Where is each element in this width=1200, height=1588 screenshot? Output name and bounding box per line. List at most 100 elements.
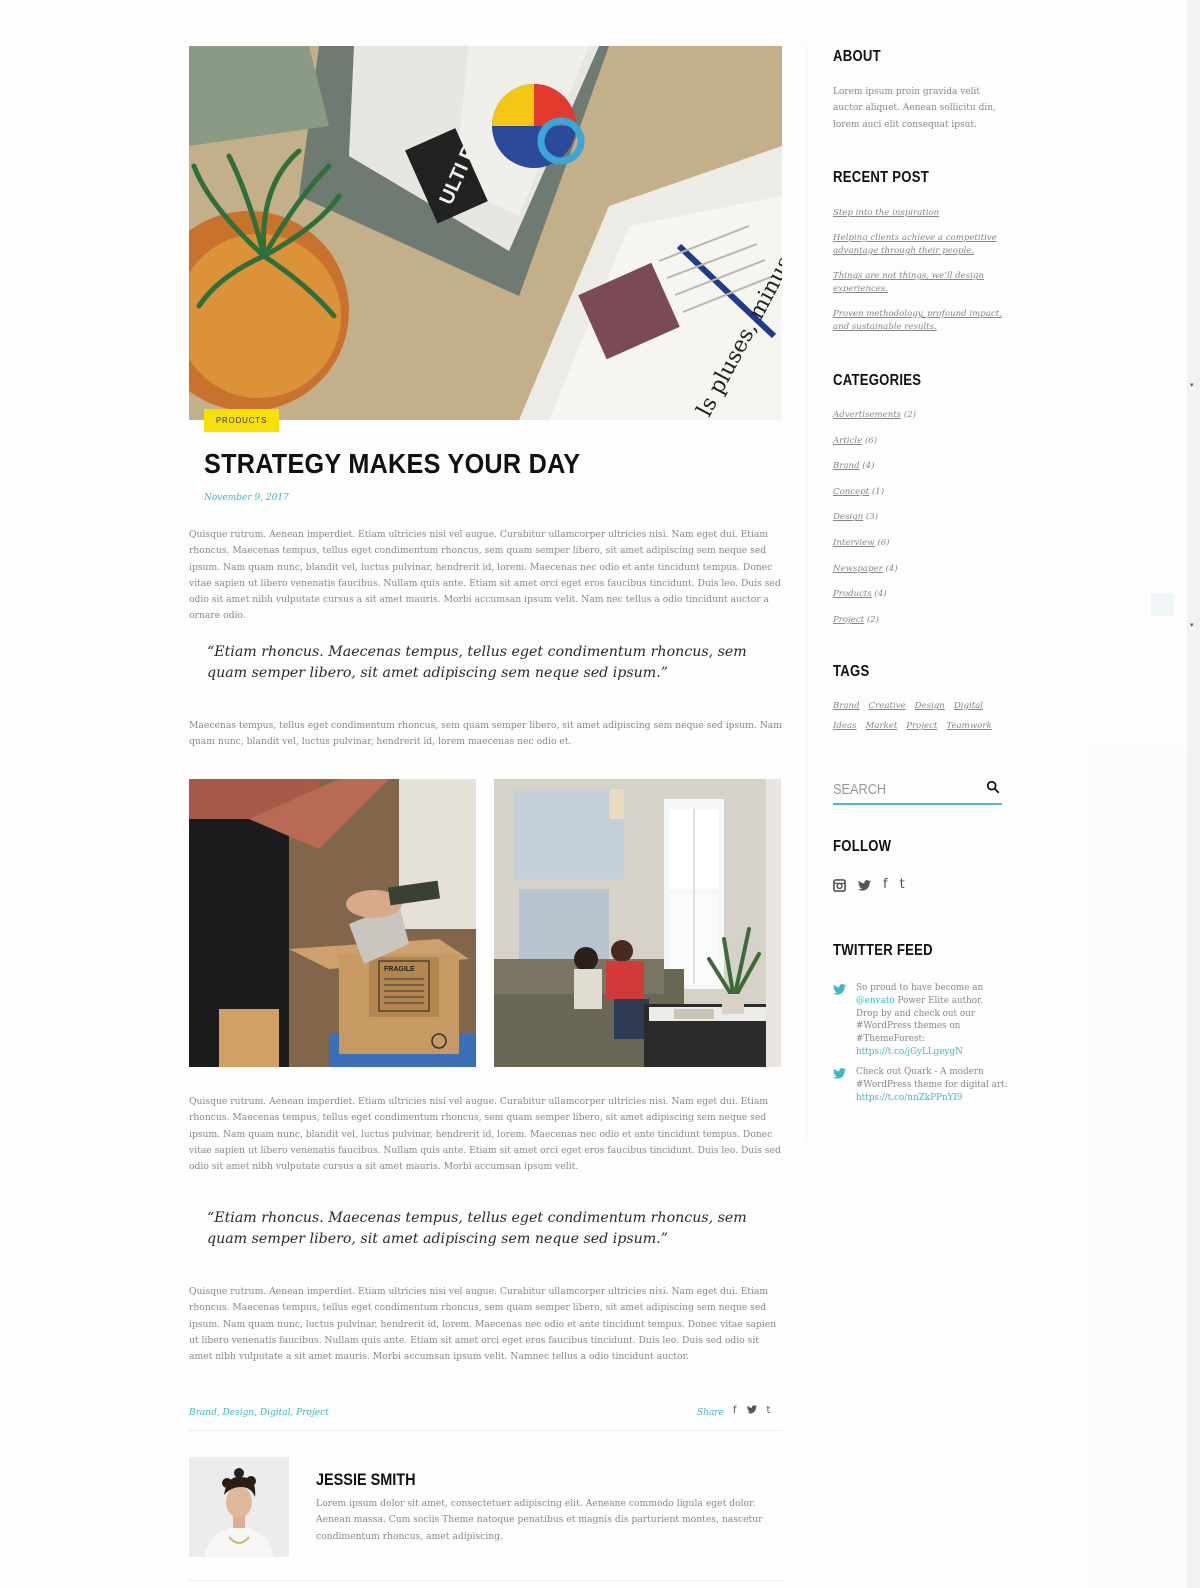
category-name[interactable]: Advertisements [833, 410, 901, 420]
tag-link[interactable]: Project [906, 719, 937, 733]
sidebar-divider [806, 45, 807, 1140]
category-item[interactable]: Advertisements (2) [833, 409, 1008, 422]
tumblr-icon[interactable]: t [767, 1405, 771, 1417]
post-tags[interactable]: Brand, Design, Digital, Project [189, 1408, 329, 1418]
tag-link[interactable]: Creative [869, 699, 906, 713]
twitter-bird-icon [833, 1068, 846, 1079]
tag-link[interactable]: Brand [833, 699, 860, 713]
category-item[interactable]: Article (6) [833, 435, 1008, 448]
twitter-icon[interactable] [746, 1405, 757, 1417]
recent-post-link[interactable]: Proven methodology, profound impact, and… [833, 308, 1008, 334]
blockquote: “Etiam rhoncus. Maecenas tempus, tellus … [207, 644, 747, 681]
category-name[interactable]: Brand [833, 461, 860, 471]
category-item[interactable]: Products (4) [833, 588, 1008, 601]
categories-heading: CATEGORIES [833, 372, 922, 389]
twitter-bird-icon [833, 984, 846, 995]
post-date[interactable]: November 9, 2017 [204, 493, 289, 503]
category-count: (2) [866, 614, 880, 625]
tweet-url-link[interactable]: https://t.co/nnZkPPnYI9 [856, 1093, 962, 1103]
gallery-image-living-room [494, 779, 781, 1067]
recent-post-link[interactable]: Helping clients achieve a competitive ad… [833, 232, 1008, 258]
article-paragraph: Quisque rutrum. Aenean imperdiet. Etiam … [189, 1096, 781, 1173]
about-heading: ABOUT [833, 48, 881, 65]
article-paragraph: Quisque rutrum. Aenean imperdiet. Etiam … [189, 1286, 777, 1363]
article-paragraph: Maecenas tempus, tellus eget condimentum… [189, 720, 782, 748]
tweet-body: Check out Quark - A modern #WordPress th… [856, 1067, 1008, 1090]
gallery-image-box: FRAGILE [189, 779, 476, 1067]
category-name[interactable]: Project [833, 615, 864, 625]
tweet: Check out Quark - A modern #WordPress th… [833, 1066, 1008, 1104]
facebook-icon[interactable]: f [733, 1405, 737, 1417]
category-name[interactable]: Newspaper [833, 564, 883, 574]
scroll-marker-icon: ▾ [1190, 621, 1194, 629]
tag-link[interactable]: Digital [954, 699, 983, 713]
tag-link[interactable]: Market [866, 719, 898, 733]
tweet-mention-link[interactable]: @envato [856, 996, 895, 1006]
category-name[interactable]: Interview [833, 538, 875, 548]
tweet-url-link[interactable]: https://t.co/jGyLLgeygN [856, 1047, 963, 1057]
category-item[interactable]: Brand (4) [833, 460, 1008, 473]
post-footer-rule [189, 1430, 782, 1431]
author-bio: Lorem ipsum dolor sit amet, consectetuer… [316, 1498, 763, 1542]
category-count: (4) [885, 563, 898, 574]
category-count: (6) [864, 435, 878, 446]
category-list: Advertisements (2) Article (6) Brand (4)… [833, 409, 1008, 639]
svg-text:FRAGILE: FRAGILE [384, 966, 415, 973]
tweet: So proud to have become an @envato Power… [833, 982, 1008, 1059]
category-name[interactable]: Products [833, 589, 872, 599]
category-item[interactable]: Project (2) [833, 614, 1008, 627]
category-item[interactable]: Concept (1) [833, 486, 1008, 499]
author-bottom-rule [189, 1580, 782, 1581]
blockquote: “Etiam rhoncus. Maecenas tempus, tellus … [207, 1210, 747, 1247]
recent-post-link[interactable]: Things are not things, we’ll design expe… [833, 270, 1008, 296]
back-to-top-button[interactable] [1151, 593, 1174, 616]
category-count: (3) [865, 512, 879, 523]
tag-link[interactable]: Ideas [833, 719, 857, 733]
category-count: (6) [877, 537, 890, 548]
tag-link[interactable]: Teamwork [946, 719, 991, 733]
category-count: (4) [874, 589, 887, 600]
category-name[interactable]: Article [833, 436, 862, 446]
tags-heading: TAGS [833, 663, 870, 680]
recent-post-link[interactable]: Step into the inspiration [833, 207, 1008, 220]
search-input[interactable] [833, 778, 952, 800]
follow-heading: FOLLOW [833, 838, 892, 855]
category-count: (2) [903, 410, 917, 420]
share-label: Share [697, 1408, 724, 1418]
hero-image-art: ULTI RAN ls pluses, minus [189, 46, 782, 420]
recent-post-list: Step into the inspiration Helping client… [833, 207, 1008, 346]
author-name[interactable]: JESSIE SMITH [316, 1470, 416, 1490]
article: ULTI RAN ls pluses, minus [189, 46, 782, 420]
category-item[interactable]: Newspaper (4) [833, 563, 1008, 576]
category-name[interactable]: Design [833, 512, 863, 522]
post-title: STRATEGY MAKES YOUR DAY [204, 448, 581, 479]
scroll-marker-icon: ▾ [1190, 381, 1194, 389]
tweet-body: So proud to have become an [856, 983, 984, 993]
category-count: (1) [871, 486, 885, 497]
category-name[interactable]: Concept [833, 487, 869, 497]
recent-post-heading: RECENT POST [833, 169, 930, 186]
search-box [833, 775, 1002, 805]
category-item[interactable]: Design (3) [833, 511, 1008, 524]
scrollbar[interactable] [1187, 0, 1200, 1588]
tweet-text: So proud to have become an @envato Power… [856, 982, 1008, 1059]
right-panel-fade [1088, 750, 1200, 1588]
tag-cloud: Brand Creative Design Digital Ideas Mark… [833, 699, 993, 733]
tweet-text: Check out Quark - A modern #WordPress th… [856, 1066, 1008, 1104]
hero-image: ULTI RAN ls pluses, minus [189, 46, 782, 420]
tag-link[interactable]: Design [915, 699, 945, 713]
author-avatar [189, 1457, 289, 1557]
search-icon[interactable] [986, 780, 1000, 794]
share-icons: f t [733, 1405, 770, 1417]
twitter-feed-heading: TWITTER FEED [833, 942, 933, 959]
twitter-icon[interactable] [858, 879, 871, 891]
category-item[interactable]: Interview (6) [833, 537, 1008, 550]
about-text: Lorem ipsum proin gravida velit auctor a… [833, 87, 996, 130]
category-count: (4) [862, 461, 875, 472]
facebook-icon[interactable]: f [883, 878, 888, 892]
follow-icons: f t [833, 878, 905, 892]
instagram-icon[interactable] [833, 878, 846, 892]
category-badge[interactable]: PRODUCTS [204, 409, 279, 432]
article-paragraph: Quisque rutrum. Aenean imperdiet. Etiam … [189, 529, 781, 622]
tumblr-icon[interactable]: t [900, 878, 905, 892]
